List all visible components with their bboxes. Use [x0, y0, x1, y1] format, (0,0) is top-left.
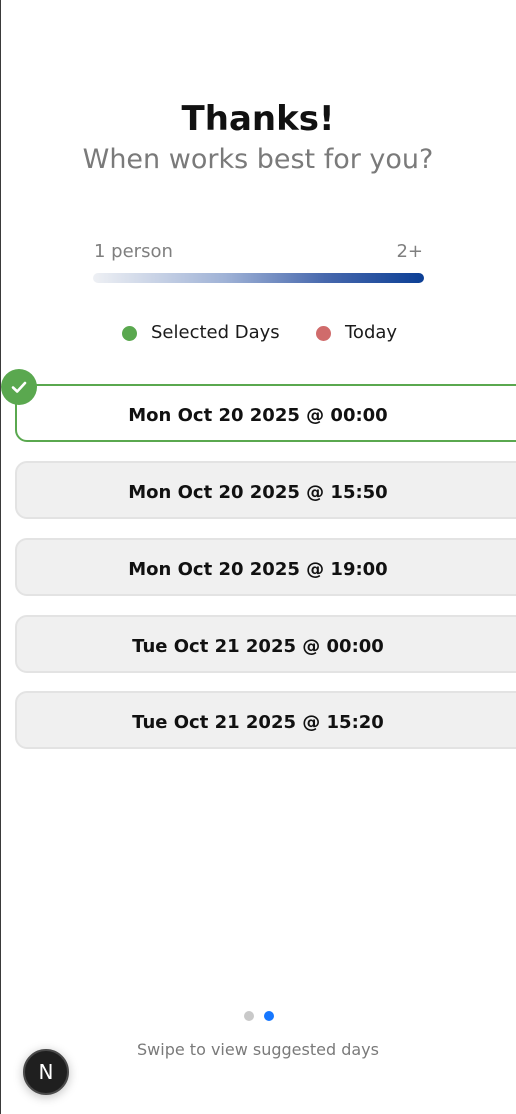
time-slot-label: Mon Oct 20 2025 @ 15:50 [128, 482, 388, 503]
dev-tools-button[interactable]: N [23, 1049, 69, 1095]
time-slot-label: Mon Oct 20 2025 @ 19:00 [128, 559, 388, 580]
n-logo-icon: N [38, 1060, 54, 1084]
legend-label: Today [345, 322, 398, 343]
swipe-hint: Swipe to view suggested days [137, 1040, 379, 1059]
page-subtitle: When works best for you? [82, 144, 434, 175]
legend-label: Selected Days [151, 322, 280, 343]
legend-item-today: Today [316, 321, 397, 345]
legend: Selected Days Today [0, 321, 516, 345]
legend-item-selected-days: Selected Days [122, 321, 280, 345]
scale-max-label: 2+ [396, 241, 423, 262]
time-slot-label: Mon Oct 20 2025 @ 00:00 [128, 405, 388, 426]
today-dot-icon [316, 325, 331, 341]
selected-days-dot-icon [122, 325, 137, 341]
page-title: Thanks! [181, 99, 335, 139]
scale-min-label: 1 person [94, 241, 173, 262]
pager-dot-2-active[interactable] [264, 1011, 274, 1021]
availability-gradient-bar [93, 273, 424, 283]
time-slot-label: Tue Oct 21 2025 @ 15:20 [132, 712, 384, 733]
time-slot-label: Tue Oct 21 2025 @ 00:00 [132, 636, 384, 657]
pager-dot-1[interactable] [244, 1011, 254, 1021]
page-indicator [0, 1011, 516, 1021]
page: Thanks! When works best for you? 1 perso… [0, 0, 516, 1114]
selected-check-icon [1, 369, 37, 405]
